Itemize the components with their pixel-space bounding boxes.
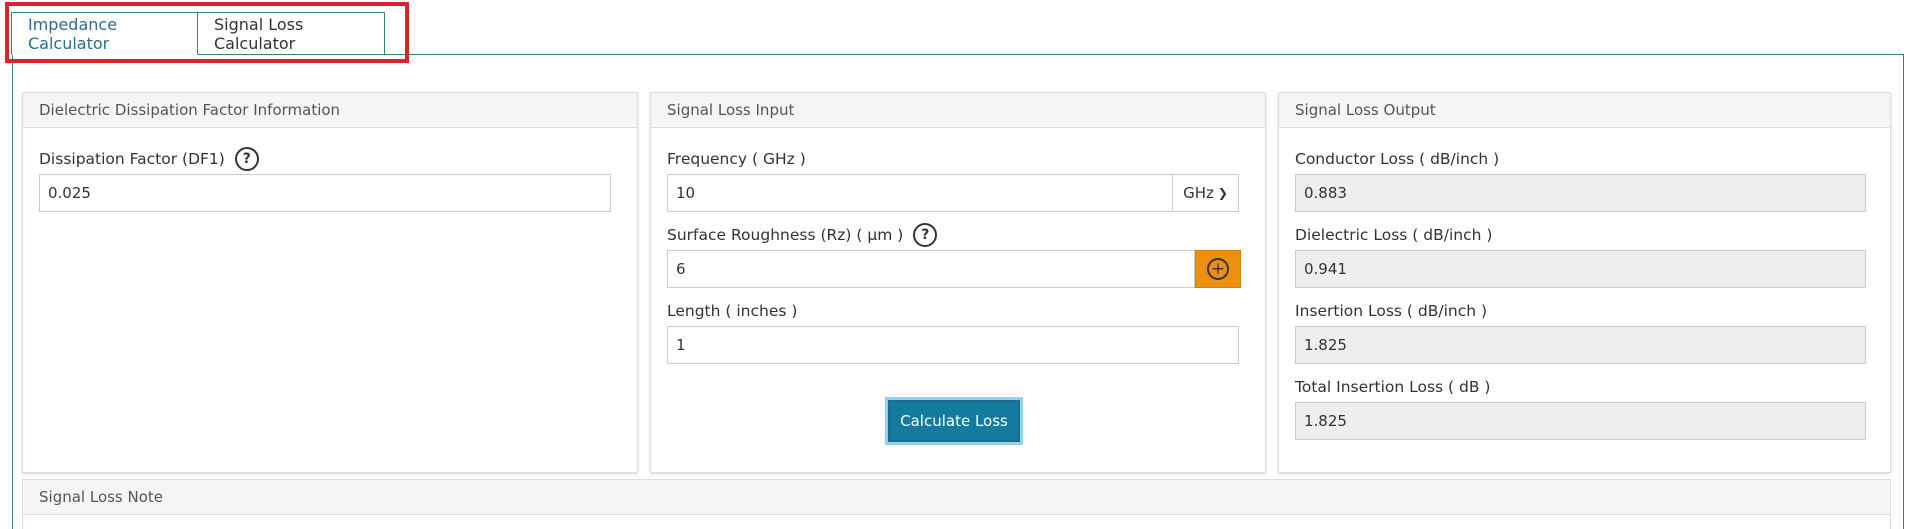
df-label-row: Dissipation Factor (DF1) ? (39, 144, 613, 174)
frequency-unit-select[interactable]: GHz ❯ (1173, 174, 1239, 212)
insertion-loss-output (1295, 326, 1866, 364)
tabs-highlight-box (5, 2, 409, 63)
total-insertion-loss-output (1295, 402, 1866, 440)
panel-body: Conductor Loss ( dB/inch ) Dielectric Lo… (1279, 128, 1890, 448)
chevron-down-icon: ❯ (1217, 186, 1228, 200)
length-label: Length ( inches ) (667, 302, 798, 320)
dissipation-factor-input[interactable] (39, 174, 611, 212)
calculate-loss-button[interactable]: Calculate Loss (888, 400, 1020, 442)
panel-header: Signal Loss Input (651, 93, 1265, 128)
help-icon[interactable]: ? (913, 223, 938, 247)
total-insertion-loss-label: Total Insertion Loss ( dB ) (1295, 378, 1491, 396)
insertion-loss-label: Insertion Loss ( dB/inch ) (1295, 302, 1488, 320)
panel-body: Frequency ( GHz ) GHz ❯ Surface Roughnes… (651, 128, 1265, 442)
conductor-loss-output (1295, 174, 1866, 212)
surface-roughness-input[interactable] (667, 250, 1195, 288)
page: Impedance Calculator Signal Loss Calcula… (0, 0, 1908, 529)
plus-circle-icon: + (1207, 258, 1229, 280)
roughness-label-row: Surface Roughness (Rz) ( µm ) ? (667, 220, 1241, 250)
roughness-input-group: + (667, 250, 1241, 288)
signal-loss-output-panel: Signal Loss Output Conductor Loss ( dB/i… (1278, 92, 1891, 473)
dielectric-loss-label: Dielectric Loss ( dB/inch ) (1295, 226, 1493, 244)
frequency-input[interactable] (667, 174, 1173, 212)
button-row: Calculate Loss (667, 400, 1241, 442)
add-roughness-button[interactable]: + (1195, 250, 1241, 288)
frequency-input-group: GHz ❯ (667, 174, 1239, 212)
frequency-label: Frequency ( GHz ) (667, 150, 806, 168)
help-icon[interactable]: ? (234, 147, 259, 171)
signal-loss-input-panel: Signal Loss Input Frequency ( GHz ) GHz … (650, 92, 1266, 473)
length-input[interactable] (667, 326, 1239, 364)
conductor-loss-label: Conductor Loss ( dB/inch ) (1295, 150, 1500, 168)
dielectric-loss-output (1295, 250, 1866, 288)
unit-select-value: GHz (1183, 184, 1214, 202)
signal-loss-note-panel: Signal Loss Note (22, 479, 1891, 529)
roughness-label: Surface Roughness (Rz) ( µm ) (667, 226, 904, 244)
panel-body: Dissipation Factor (DF1) ? (23, 128, 637, 220)
panel-header: Signal Loss Note (23, 480, 1890, 515)
dielectric-panel: Dielectric Dissipation Factor Informatio… (22, 92, 638, 473)
df-label: Dissipation Factor (DF1) (39, 150, 225, 168)
panel-header: Signal Loss Output (1279, 93, 1890, 128)
panel-header: Dielectric Dissipation Factor Informatio… (23, 93, 637, 128)
